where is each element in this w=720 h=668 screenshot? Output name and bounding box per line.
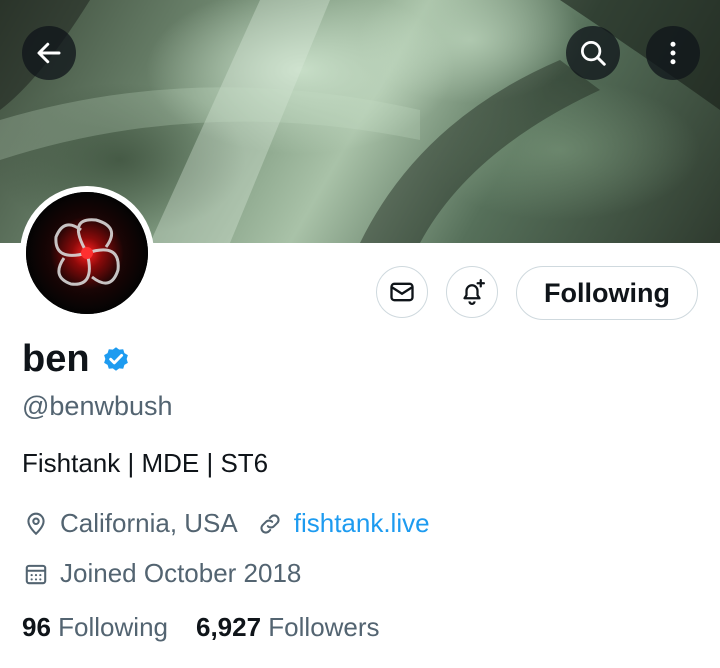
following-count: 96 [22,612,51,642]
display-name-row: ben [22,336,132,382]
calendar-icon [22,560,50,588]
joined-date: Joined October 2018 [60,558,302,588]
envelope-icon [388,278,416,306]
link-icon [256,510,284,538]
profile-location: California, USA [60,508,238,538]
follow-stats: 96 Following 6,927 Followers [22,612,380,643]
more-options-button[interactable] [646,26,700,80]
back-button[interactable] [22,26,76,80]
verified-badge-icon[interactable] [100,343,132,375]
joined-row: Joined October 2018 [22,558,301,589]
avatar-frame[interactable] [20,186,154,320]
followers-label: Followers [268,612,380,642]
following-label: Following [58,612,168,642]
more-vertical-icon [658,38,688,68]
search-button[interactable] [566,26,620,80]
followers-stat[interactable]: 6,927 Followers [196,612,380,643]
back-arrow-icon [34,38,64,68]
following-button[interactable]: Following [516,266,698,320]
avatar[interactable] [26,192,148,314]
followers-count: 6,927 [195,612,262,642]
profile-bio: Fishtank | MDE | ST6 [22,448,269,478]
user-handle: @benwbush [22,391,173,421]
notifications-button[interactable] [446,266,498,318]
bell-plus-icon [457,277,487,307]
display-name: ben [22,338,90,380]
location-pin-icon [22,510,50,538]
search-icon [578,38,608,68]
location-website-row: California, USA fishtank.live [22,508,430,539]
message-button[interactable] [376,266,428,318]
following-stat[interactable]: 96 Following [22,612,168,643]
profile-website-link[interactable]: fishtank.live [294,508,430,539]
